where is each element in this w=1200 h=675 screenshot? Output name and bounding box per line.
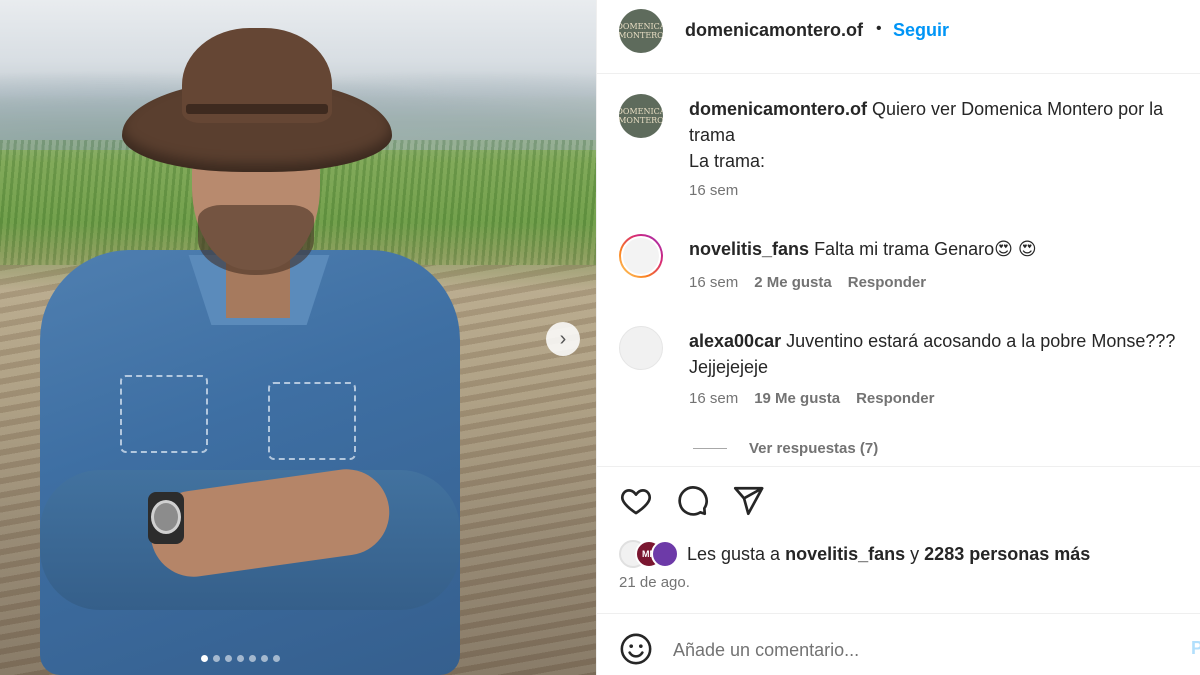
caption-meta: 16 sem <box>689 182 738 199</box>
comment-like-count[interactable]: 19 Me gusta <box>754 390 840 407</box>
likes-middle: y <box>910 543 920 564</box>
caption-author-avatar[interactable]: DOMENICA MONTERO <box>619 94 663 138</box>
comment-like-count[interactable]: 2 Me gusta <box>754 274 832 291</box>
person-beard <box>198 205 314 275</box>
cowboy-hat-band <box>186 104 328 114</box>
commenter-avatar[interactable] <box>619 326 663 370</box>
post-date[interactable]: 21 de ago. <box>619 574 690 591</box>
comment-meta: 16 sem 19 Me gusta Responder <box>689 390 934 407</box>
caption-line-2: trama <box>689 125 736 145</box>
post-photo: › <box>0 0 596 675</box>
caption-username[interactable]: domenicamontero.of <box>689 99 867 119</box>
comment-body: Falta mi trama Genaro😍 😍 <box>814 239 1037 259</box>
view-replies-button[interactable]: Ver respuestas (7) <box>693 440 878 457</box>
shirt-pocket-left <box>120 375 208 453</box>
chevron-right-icon: › <box>559 327 567 350</box>
add-comment-bar: P <box>597 613 1200 675</box>
comment-time[interactable]: 16 sem <box>689 390 738 407</box>
section-divider <box>597 466 1200 467</box>
likes-user[interactable]: novelitis_fans <box>785 544 905 564</box>
likes-summary: MN Les gusta a novelitis_fans y 2283 per… <box>619 540 1090 568</box>
view-replies-label: Ver respuestas (7) <box>749 440 879 457</box>
carousel-dot <box>237 655 244 662</box>
wristwatch-face <box>151 500 181 534</box>
commenter-avatar-story-ring[interactable] <box>619 234 663 278</box>
caption-time[interactable]: 16 sem <box>689 182 738 199</box>
reply-button[interactable]: Responder <box>856 390 934 407</box>
comment-input[interactable] <box>673 636 1173 664</box>
carousel-dot <box>249 655 256 662</box>
likes-count[interactable]: 2283 personas más <box>924 544 1090 564</box>
post-comment-button[interactable]: P <box>1191 638 1200 659</box>
shirt-pocket-right <box>268 382 356 460</box>
carousel-dot <box>225 655 232 662</box>
caption-line-3: La trama: <box>689 151 766 171</box>
comment-time[interactable]: 16 sem <box>689 274 738 291</box>
author-username[interactable]: domenicamontero.of <box>685 20 863 41</box>
carousel-dot <box>201 655 208 662</box>
liker-avatar <box>651 540 679 568</box>
post-actions <box>619 484 765 518</box>
comment-username[interactable]: alexa00car <box>689 331 781 351</box>
comment-body-line-2: Jejjejejeje <box>689 357 769 377</box>
share-icon[interactable] <box>731 484 765 518</box>
likes-text: Les gusta a novelitis_fans y 2283 person… <box>687 544 1090 565</box>
caption-line-1: Quiero ver Domenica Montero por la <box>872 99 1164 119</box>
likes-prefix: Les gusta a <box>687 543 781 564</box>
avatar-logo-text: DOMENICA MONTERO <box>619 107 663 125</box>
author-avatar[interactable]: DOMENICA MONTERO <box>619 9 663 53</box>
comment-text: alexa00car Juventino estará acosando a l… <box>689 328 1199 380</box>
carousel-dot <box>273 655 280 662</box>
follow-button[interactable]: Seguir <box>893 20 949 41</box>
carousel-dot <box>261 655 268 662</box>
carousel-dot <box>213 655 220 662</box>
post-header: DOMENICA MONTERO domenicamontero.of • Se… <box>597 0 1200 74</box>
comment-username[interactable]: novelitis_fans <box>689 239 809 259</box>
emoji-icon[interactable] <box>619 632 653 666</box>
post-side-panel: DOMENICA MONTERO domenicamontero.of • Se… <box>596 0 1200 675</box>
carousel-next-button[interactable]: › <box>546 322 580 356</box>
commenter-avatar <box>621 236 661 276</box>
caption-text: domenicamontero.of Quiero ver Domenica M… <box>689 96 1199 174</box>
avatar-logo-text: DOMENICA MONTERO <box>619 22 663 40</box>
carousel-dots <box>201 655 280 662</box>
comment-icon[interactable] <box>675 484 709 518</box>
reply-button[interactable]: Responder <box>848 274 926 291</box>
comment-text: novelitis_fans Falta mi trama Genaro😍 😍 <box>689 236 1199 262</box>
comment-meta: 16 sem 2 Me gusta Responder <box>689 274 926 291</box>
header-separator: • <box>876 20 882 37</box>
comment-body-line-1: Juventino estará acosando a la pobre Mon… <box>786 331 1176 351</box>
heart-icon[interactable] <box>619 484 653 518</box>
replies-divider-line <box>693 448 727 449</box>
